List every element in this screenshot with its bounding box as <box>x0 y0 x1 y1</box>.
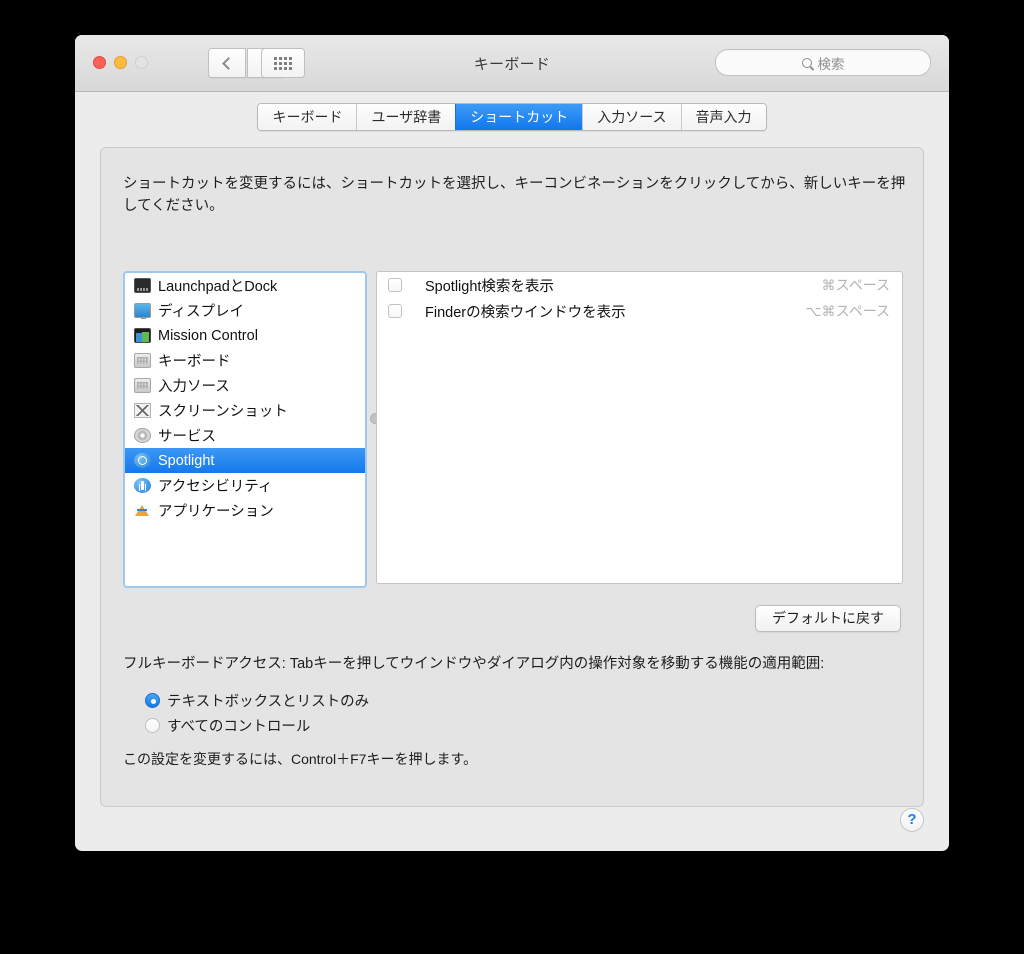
shortcut-list[interactable]: Spotlight検索を表示 ⌘スペース Finderの検索ウインドウを表示 ⌥⌘スペ… <box>376 271 903 584</box>
category-row[interactable]: Spotlight <box>125 448 365 473</box>
tab-1[interactable]: ユーザ辞書 <box>356 104 456 130</box>
keyboard-access-option[interactable]: テキストボックスとリストのみ <box>123 688 903 713</box>
keyboard-access-option[interactable]: すべてのコントロール <box>123 713 903 738</box>
spotlight-icon <box>134 453 151 468</box>
mission-control-icon <box>134 328 151 343</box>
preferences-content-panel: ショートカットを変更するには、ショートカットを選択し、キーコンビネーションをクリ… <box>100 147 924 807</box>
category-label: Spotlight <box>158 452 215 469</box>
category-row[interactable]: 入力ソース <box>125 373 365 398</box>
input-source-icon <box>134 378 151 393</box>
shortcut-label: Finderの検索ウインドウを表示 <box>425 304 626 321</box>
category-row[interactable]: キーボード <box>125 348 365 373</box>
shortcut-checkbox[interactable] <box>388 278 402 292</box>
radio-button[interactable] <box>145 718 160 734</box>
window-titlebar: キーボード 検索 <box>75 35 949 92</box>
tab-4[interactable]: 音声入力 <box>680 104 766 130</box>
tab-0[interactable]: キーボード <box>258 104 357 130</box>
shortcut-label: Spotlight検索を表示 <box>425 278 554 295</box>
display-icon <box>134 303 151 319</box>
help-button[interactable]: ? <box>900 808 924 832</box>
category-label: キーボード <box>158 354 231 370</box>
category-label: 入力ソース <box>158 379 230 395</box>
restore-defaults-button[interactable]: デフォルトに戻す <box>755 605 901 632</box>
category-row[interactable]: ディスプレイ <box>125 298 365 323</box>
shortcut-row[interactable]: Finderの検索ウインドウを表示 ⌥⌘スペース <box>377 298 902 324</box>
launchpad-icon <box>134 278 151 293</box>
shortcut-keys[interactable]: ⌘スペース <box>822 275 890 295</box>
radio-label: すべてのコントロール <box>167 719 311 736</box>
shortcut-checkbox[interactable] <box>388 304 402 318</box>
category-label: アプリケーション <box>158 504 274 520</box>
accessibility-icon <box>134 478 151 493</box>
category-list[interactable]: LaunchpadとDock ディスプレイ Mission Control キーボード… <box>123 271 367 588</box>
full-keyboard-access-description: フルキーボードアクセス: Tabキーを押してウインドウやダイアログ内の操作対象を… <box>123 656 825 672</box>
full-keyboard-access-section: フルキーボードアクセス: Tabキーを押してウインドウやダイアログ内の操作対象を… <box>123 653 903 769</box>
category-label: アクセシビリティ <box>158 479 273 495</box>
category-row[interactable]: Mission Control <box>125 323 365 348</box>
category-label: Mission Control <box>158 327 258 344</box>
system-preferences-window: キーボード 検索 キーボード ユーザ辞書 ショートカット 入力ソース 音声入力 ショート… <box>75 35 949 851</box>
search-placeholder: 検索 <box>817 56 845 72</box>
category-row[interactable]: アプリケーション <box>125 498 365 523</box>
full-keyboard-access-note: この設定を変更するには、Control＋F7キーを押します。 <box>123 751 478 768</box>
shortcut-keys[interactable]: ⌥⌘スペース <box>806 301 890 321</box>
shortcut-row[interactable]: Spotlight検索を表示 ⌘スペース <box>377 272 902 298</box>
category-row[interactable]: LaunchpadとDock <box>125 273 365 298</box>
category-row[interactable]: サービス <box>125 423 365 448</box>
instructions-text: ショートカットを変更するには、ショートカットを選択し、キーコンビネーションをクリ… <box>123 176 906 215</box>
full-keyboard-access-options: テキストボックスとリストのみ すべてのコントロール <box>123 688 903 738</box>
screenshot-icon <box>134 403 151 418</box>
radio-label: テキストボックスとリストのみ <box>167 694 370 711</box>
category-label: LaunchpadとDock <box>158 279 278 295</box>
search-icon <box>801 57 812 68</box>
services-gear-icon <box>134 428 151 443</box>
tab-2[interactable]: ショートカット <box>455 104 583 130</box>
applications-icon <box>134 503 151 518</box>
category-label: サービス <box>158 429 216 445</box>
search-field[interactable]: 検索 <box>715 49 931 76</box>
tab-3[interactable]: 入力ソース <box>582 104 681 130</box>
shortcuts-split-view: LaunchpadとDock ディスプレイ Mission Control キーボード… <box>123 271 903 588</box>
tab-bar: キーボード ユーザ辞書 ショートカット 入力ソース 音声入力 <box>75 103 949 131</box>
category-row[interactable]: スクリーンショット <box>125 398 365 423</box>
category-label: スクリーンショット <box>158 404 288 420</box>
category-row[interactable]: アクセシビリティ <box>125 473 365 498</box>
category-label: ディスプレイ <box>158 304 244 320</box>
keyboard-icon <box>134 353 151 368</box>
radio-button[interactable] <box>145 693 160 709</box>
